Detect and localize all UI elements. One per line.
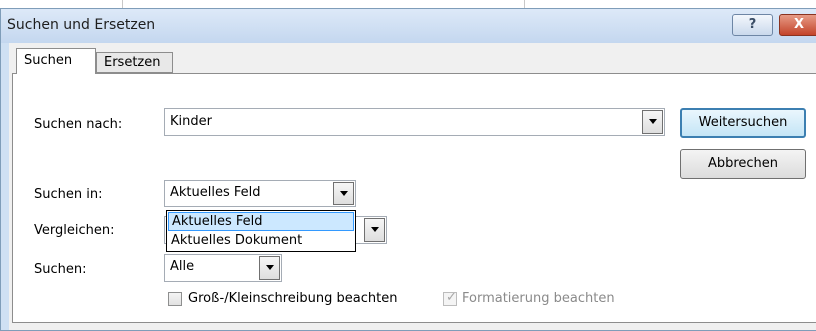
find-what-combobox[interactable]: Kinder bbox=[164, 108, 665, 136]
search-formatted-label: Formatierung beachten bbox=[462, 291, 615, 306]
option-label: Aktuelles Feld bbox=[172, 214, 263, 229]
title-bar[interactable]: Suchen und Ersetzen ? X bbox=[1, 9, 816, 43]
look-in-value: Aktuelles Feld bbox=[170, 185, 261, 200]
find-what-value: Kinder bbox=[170, 114, 212, 129]
tab-label: Ersetzen bbox=[104, 55, 161, 70]
chevron-down-icon[interactable] bbox=[333, 182, 354, 205]
chevron-down-icon[interactable] bbox=[259, 256, 280, 280]
look-in-label: Suchen in: bbox=[34, 187, 103, 202]
tab-label: Suchen bbox=[24, 53, 73, 68]
search-direction-label: Suchen: bbox=[34, 262, 87, 277]
cancel-button[interactable]: Abbrechen bbox=[680, 149, 806, 179]
chevron-down-icon[interactable] bbox=[364, 218, 385, 242]
checkmark-icon: ✓ bbox=[446, 290, 457, 305]
chevron-down-icon[interactable] bbox=[642, 110, 663, 134]
dropdown-option[interactable]: Aktuelles Feld bbox=[168, 212, 354, 231]
close-button[interactable]: X bbox=[779, 14, 816, 36]
find-next-button[interactable]: Weitersuchen bbox=[680, 108, 806, 138]
cancel-label: Abbrechen bbox=[707, 156, 779, 171]
match-case-label[interactable]: Groß-/Kleinschreibung beachten bbox=[188, 291, 397, 306]
search-direction-select[interactable]: Alle bbox=[164, 254, 282, 282]
tab-ersetzen[interactable]: Ersetzen bbox=[96, 52, 173, 73]
search-formatted-checkbox: ✓ bbox=[443, 290, 457, 306]
close-icon: X bbox=[793, 17, 805, 32]
match-case-checkbox[interactable] bbox=[168, 292, 182, 306]
dropdown-option[interactable]: Aktuelles Dokument bbox=[168, 232, 354, 251]
search-direction-value: Alle bbox=[170, 259, 195, 274]
look-in-dropdown-list: Aktuelles Feld Aktuelles Dokument bbox=[166, 210, 356, 252]
look-in-select[interactable]: Aktuelles Feld bbox=[164, 180, 356, 207]
match-label: Vergleichen: bbox=[34, 223, 115, 238]
find-next-label: Weitersuchen bbox=[698, 115, 788, 130]
help-icon: ? bbox=[748, 17, 757, 32]
dialog-title: Suchen und Ersetzen bbox=[7, 17, 156, 33]
find-what-label: Suchen nach: bbox=[34, 117, 123, 132]
help-button[interactable]: ? bbox=[732, 14, 773, 36]
option-label: Aktuelles Dokument bbox=[171, 233, 303, 248]
tab-suchen[interactable]: Suchen bbox=[16, 48, 96, 74]
